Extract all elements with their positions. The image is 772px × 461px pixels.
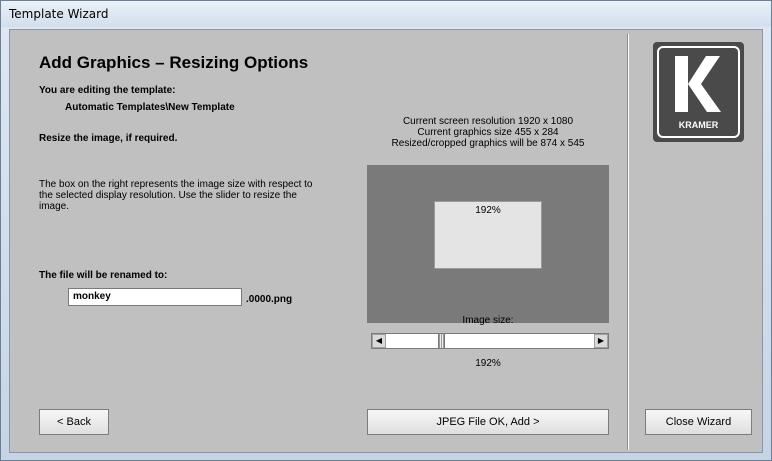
wizard-panel: Add Graphics – Resizing Options You are … (9, 29, 763, 453)
resolution-info: Current screen resolution 1920 x 1080 Cu… (367, 116, 609, 149)
title-bar[interactable]: Template Wizard (1, 1, 771, 27)
image-size-slider[interactable]: ◀ ▶ (371, 333, 609, 349)
description-line: image. (39, 201, 70, 212)
image-size-preview: 192% (434, 201, 542, 269)
resolution-line: Resized/cropped graphics will be 874 x 5… (391, 138, 585, 149)
add-button[interactable]: JPEG File OK, Add > (367, 409, 609, 435)
filename-suffix: .0000.png (246, 294, 293, 305)
slider-left-arrow-icon[interactable]: ◀ (372, 334, 386, 348)
description-text: The box on the right represents the imag… (39, 179, 349, 212)
display-preview: 192% (367, 165, 609, 323)
editing-label: You are editing the template: (39, 85, 176, 96)
template-wizard-window: Template Wizard Add Graphics – Resizing … (0, 0, 772, 461)
page-title: Add Graphics – Resizing Options (39, 53, 309, 72)
rename-label: The file will be renamed to: (39, 270, 168, 281)
window-title: Template Wizard (9, 7, 109, 21)
logo-text: KRAMER (679, 120, 719, 130)
back-button[interactable]: < Back (39, 409, 109, 435)
description-line: the selected display resolution. Use the… (39, 190, 297, 201)
filename-input[interactable]: monkey (68, 288, 242, 306)
slider-right-arrow-icon[interactable]: ▶ (594, 334, 608, 348)
close-wizard-button[interactable]: Close Wizard (645, 409, 752, 435)
resolution-line: Current screen resolution 1920 x 1080 (402, 116, 574, 127)
resize-prompt: Resize the image, if required. (39, 133, 178, 144)
resolution-line: Current graphics size 455 x 284 (417, 127, 559, 138)
slider-thumb[interactable] (438, 333, 446, 349)
description-line: The box on the right represents the imag… (39, 179, 313, 190)
kramer-logo: KRAMER (653, 42, 744, 142)
panel-divider (627, 34, 629, 450)
slider-percent: 192% (475, 358, 501, 369)
image-size-label: Image size: (462, 315, 514, 326)
template-path: Automatic Templates\New Template (65, 102, 235, 113)
